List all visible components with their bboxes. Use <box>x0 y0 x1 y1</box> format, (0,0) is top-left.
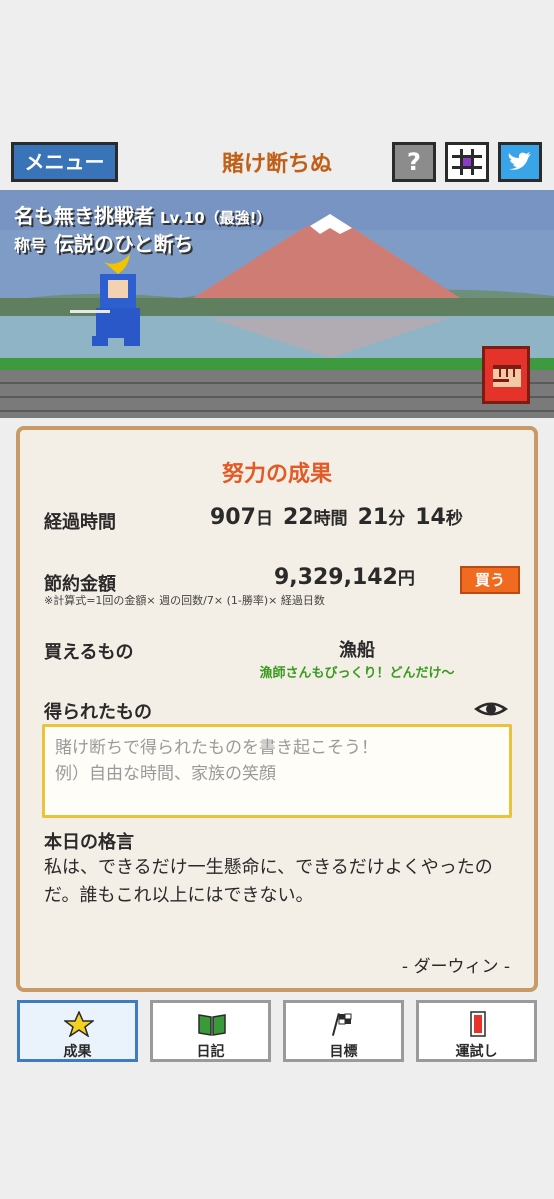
tab-fortune-label: 運試し <box>455 1044 498 1060</box>
panel-title: 努力の成果 <box>221 462 332 487</box>
elapsed-time: 907日 22時間 21分 14秒 <box>210 504 473 530</box>
hours-unit: 時間 <box>313 509 348 529</box>
gained-input[interactable]: 賭け断ちで得られたものを書き起こそう！ 例）自由な時間、家族の笑顔 <box>42 724 512 818</box>
player-level: Lv.10（最強!） <box>160 209 272 227</box>
buyable-item: 漁船 <box>339 640 375 661</box>
grid-icon <box>452 149 482 175</box>
quote-author: - ダーウィン - <box>401 957 510 977</box>
elapsed-label: 経過時間 <box>44 512 116 533</box>
elapsed-minutes: 21 <box>357 505 389 530</box>
saved-amount-value: 9,329,142 <box>274 565 398 590</box>
player-title: 称号 伝説のひと断ち <box>14 228 193 257</box>
saved-amount-unit: 円 <box>397 569 415 589</box>
days-unit: 日 <box>255 509 273 529</box>
player-name-text: 名も無き挑戦者 <box>14 204 154 228</box>
card-icon <box>470 1011 486 1037</box>
grid-button[interactable] <box>445 142 489 182</box>
gained-label: 得られたもの <box>44 702 152 723</box>
player-name: 名も無き挑戦者 Lv.10（最強!） <box>14 200 272 229</box>
twitter-icon <box>508 152 531 170</box>
help-button[interactable]: ? <box>392 142 436 182</box>
eye-icon[interactable] <box>472 698 510 720</box>
fist-icon <box>493 365 521 387</box>
elapsed-seconds: 14 <box>415 505 446 530</box>
gained-placeholder-line2: 例）自由な時間、家族の笑顔 <box>55 764 276 784</box>
elapsed-days: 907 <box>210 505 256 530</box>
gained-placeholder-line1: 賭け断ちで得られたものを書き起こそう！ <box>55 738 378 758</box>
tab-results[interactable]: 成果 <box>17 1000 138 1062</box>
tab-diary-label: 日記 <box>196 1044 225 1060</box>
minutes-unit: 分 <box>388 509 406 529</box>
tab-bar: 成果 日記 目標 運試し <box>0 998 554 1068</box>
seconds-unit: 秒 <box>445 509 463 529</box>
player-title-label: 称号 <box>14 236 47 255</box>
quote-label: 本日の格言 <box>44 832 134 853</box>
tab-diary[interactable]: 日記 <box>150 1000 271 1062</box>
tab-goal[interactable]: 目標 <box>283 1000 404 1062</box>
elapsed-hours: 22 <box>282 505 314 530</box>
book-icon <box>198 1014 226 1036</box>
saved-amount: 9,329,142円 <box>274 564 415 590</box>
quote-text: 私は、できるだけ一生懸命に、できるだけよくやったのだ。誰もこれ以上にはできない。 <box>44 857 493 906</box>
menu-button[interactable]: メニュー <box>11 142 118 182</box>
buyable-comment: 漁師さんもびっくり！どんだけ〜 <box>259 666 455 681</box>
tab-goal-label: 目標 <box>329 1044 358 1060</box>
player-title-text: 伝説のひと断ち <box>54 232 194 256</box>
twitter-button[interactable] <box>498 142 542 182</box>
star-icon <box>64 1011 94 1037</box>
buy-button[interactable]: 買う <box>460 566 520 594</box>
punch-button[interactable] <box>482 346 530 404</box>
tab-results-label: 成果 <box>63 1044 92 1060</box>
game-scene: 名も無き挑戦者 Lv.10（最強!） 称号 伝説のひと断ち <box>0 190 554 418</box>
formula-note: ※計算式=1回の金額× 週の回数/7× (1-勝率)× 経過日数 <box>44 594 325 607</box>
top-bar: メニュー 賭け断ちぬ ? <box>0 0 554 190</box>
flag-icon <box>331 1013 352 1036</box>
tab-fortune[interactable]: 運試し <box>416 1000 537 1062</box>
results-panel: 努力の成果 経過時間 907日 22時間 21分 14秒 節約金額 9,329,142… <box>16 426 538 992</box>
